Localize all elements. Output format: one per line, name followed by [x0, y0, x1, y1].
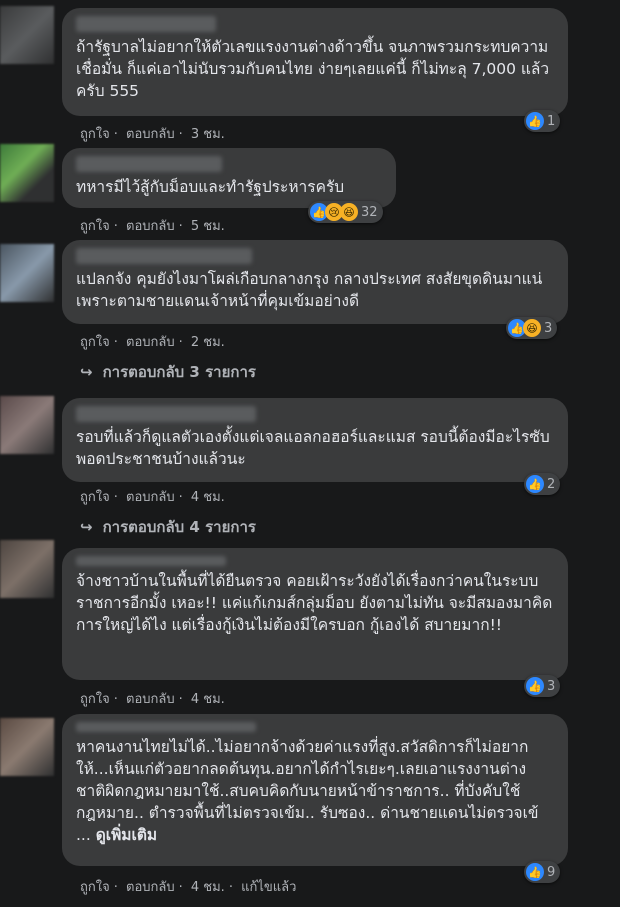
comment-actions: ถูกใจ · ตอบกลับ · 2 ชม.	[80, 335, 225, 350]
like-icon: 👍	[526, 863, 544, 881]
comment-bubble: ถ้ารัฐบาลไม่อยากให้ตัวเลขแรงงานต่างด้าวข…	[62, 8, 568, 116]
author-name[interactable]	[76, 406, 256, 422]
author-name[interactable]	[76, 248, 252, 264]
reply-button[interactable]: ตอบกลับ	[126, 127, 175, 142]
comment-text: ทหารมีไว้สู้กับม็อบและทำรัฐประหารครับ	[76, 178, 345, 196]
reply-button[interactable]: ตอบกลับ	[126, 880, 175, 895]
timestamp[interactable]: 3 ชม.	[191, 127, 225, 142]
like-button[interactable]: ถูกใจ	[80, 127, 110, 142]
reply-button[interactable]: ตอบกลับ	[126, 335, 175, 350]
comment-bubble: จ้างชาวบ้านในพื้นที่ได้ยืนตรวจ คอยเฝ้าระ…	[62, 548, 568, 680]
timestamp[interactable]: 4 ชม.	[191, 880, 225, 895]
comment-actions: ถูกใจ · ตอบกลับ · 4 ชม.	[80, 692, 225, 707]
comment-bubble: ทหารมีไว้สู้กับม็อบและทำรัฐประหารครับ	[62, 148, 396, 208]
reaction-count: 9	[547, 864, 556, 880]
reaction-count: 3	[544, 320, 553, 336]
reaction-summary[interactable]: 👍 2	[524, 473, 561, 495]
like-button[interactable]: ถูกใจ	[80, 335, 110, 350]
comment-actions: ถูกใจ · ตอบกลับ · 5 ชม.	[80, 219, 225, 234]
avatar[interactable]	[0, 6, 54, 64]
like-icon: 👍	[526, 475, 544, 493]
author-name[interactable]	[76, 556, 226, 566]
timestamp[interactable]: 4 ชม.	[191, 692, 225, 707]
comment-text: จ้างชาวบ้านในพื้นที่ได้ยืนตรวจ คอยเฝ้าระ…	[76, 572, 553, 634]
reply-arrow-icon: ↪	[80, 518, 93, 536]
like-button[interactable]: ถูกใจ	[80, 490, 110, 505]
reaction-summary[interactable]: 👍 😆 3	[506, 317, 558, 339]
comment-text: รอบที่แล้วก็ดูแลตัวเองตั้งแต่เจลแอลกอฮอร…	[76, 428, 550, 468]
reaction-count: 2	[547, 476, 556, 492]
reply-button[interactable]: ตอบกลับ	[126, 490, 175, 505]
reaction-summary[interactable]: 👍 1	[524, 110, 561, 132]
avatar[interactable]	[0, 396, 54, 454]
reaction-count: 1	[547, 113, 556, 129]
reaction-summary[interactable]: 👍 3	[524, 675, 561, 697]
reaction-summary[interactable]: 👍 9	[524, 861, 561, 883]
comment-actions: ถูกใจ · ตอบกลับ · 4 ชม. · แก้ไขแล้ว	[80, 880, 297, 895]
like-button[interactable]: ถูกใจ	[80, 880, 110, 895]
timestamp[interactable]: 5 ชม.	[191, 219, 225, 234]
like-button[interactable]: ถูกใจ	[80, 692, 110, 707]
timestamp[interactable]: 4 ชม.	[191, 490, 225, 505]
comment-text: ถ้ารัฐบาลไม่อยากให้ตัวเลขแรงงานต่างด้าวข…	[76, 38, 550, 100]
haha-icon: 😆	[523, 319, 541, 337]
author-name[interactable]	[76, 722, 256, 732]
avatar[interactable]	[0, 244, 54, 302]
comment-bubble: หาคนงานไทยไม่ได้..ไม่อยากจ้างด้วยค่าแรงท…	[62, 714, 568, 866]
view-replies-link[interactable]: ↪ การตอบกลับ 4 รายการ	[80, 515, 256, 539]
comment-actions: ถูกใจ · ตอบกลับ · 4 ชม.	[80, 490, 225, 505]
like-button[interactable]: ถูกใจ	[80, 219, 110, 234]
see-more-link[interactable]: ดูเพิ่มเติม	[96, 826, 157, 844]
timestamp[interactable]: 2 ชม.	[191, 335, 225, 350]
replies-label: การตอบกลับ 3 รายการ	[102, 363, 256, 381]
comment-text: หาคนงานไทยไม่ได้..ไม่อยากจ้างด้วยค่าแรงท…	[76, 736, 554, 846]
haha-icon: 😆	[340, 203, 358, 221]
reaction-count: 3	[547, 678, 556, 694]
comment-actions: ถูกใจ · ตอบกลับ · 3 ชม.	[80, 127, 225, 142]
comment-bubble: แปลกจัง คุมยังไงมาโผล่เกือบกลางกรุง กลาง…	[62, 240, 568, 324]
replies-label: การตอบกลับ 4 รายการ	[102, 518, 256, 536]
reaction-count: 32	[361, 204, 378, 220]
avatar[interactable]	[0, 718, 54, 776]
edited-label[interactable]: แก้ไขแล้ว	[241, 880, 296, 895]
like-icon: 👍	[526, 112, 544, 130]
like-icon: 👍	[526, 677, 544, 695]
reply-button[interactable]: ตอบกลับ	[126, 219, 175, 234]
avatar[interactable]	[0, 144, 54, 202]
comment-bubble: รอบที่แล้วก็ดูแลตัวเองตั้งแต่เจลแอลกอฮอร…	[62, 398, 568, 482]
view-replies-link[interactable]: ↪ การตอบกลับ 3 รายการ	[80, 360, 256, 384]
avatar[interactable]	[0, 540, 54, 598]
author-name[interactable]	[76, 156, 222, 172]
author-name[interactable]	[76, 16, 216, 32]
comment-text: แปลกจัง คุมยังไงมาโผล่เกือบกลางกรุง กลาง…	[76, 270, 548, 310]
reply-arrow-icon: ↪	[80, 363, 93, 381]
reply-button[interactable]: ตอบกลับ	[126, 692, 175, 707]
reaction-summary[interactable]: 👍 😢 😆 32	[308, 201, 383, 223]
